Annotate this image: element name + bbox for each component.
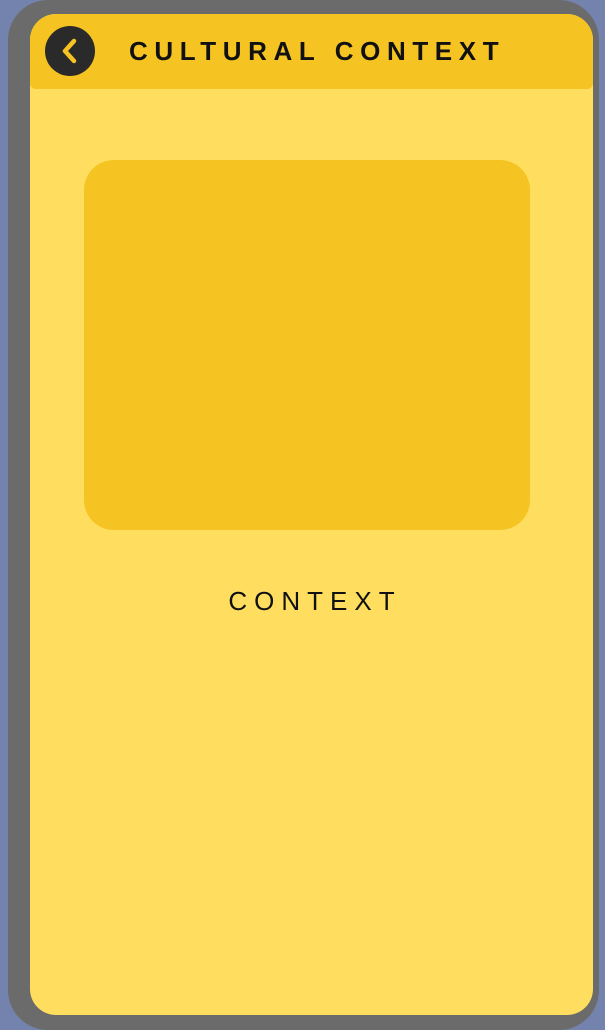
context-label: CONTEXT — [228, 586, 402, 616]
device-frame: CULTURAL CONTEXT CONTEXT — [8, 0, 599, 1030]
media-placeholder — [84, 160, 530, 530]
app-screen: CULTURAL CONTEXT CONTEXT — [30, 14, 593, 1015]
app-header: CULTURAL CONTEXT — [30, 14, 593, 89]
back-button[interactable] — [45, 26, 95, 76]
chevron-left-icon — [62, 38, 77, 64]
page-title: CULTURAL CONTEXT — [129, 36, 506, 66]
